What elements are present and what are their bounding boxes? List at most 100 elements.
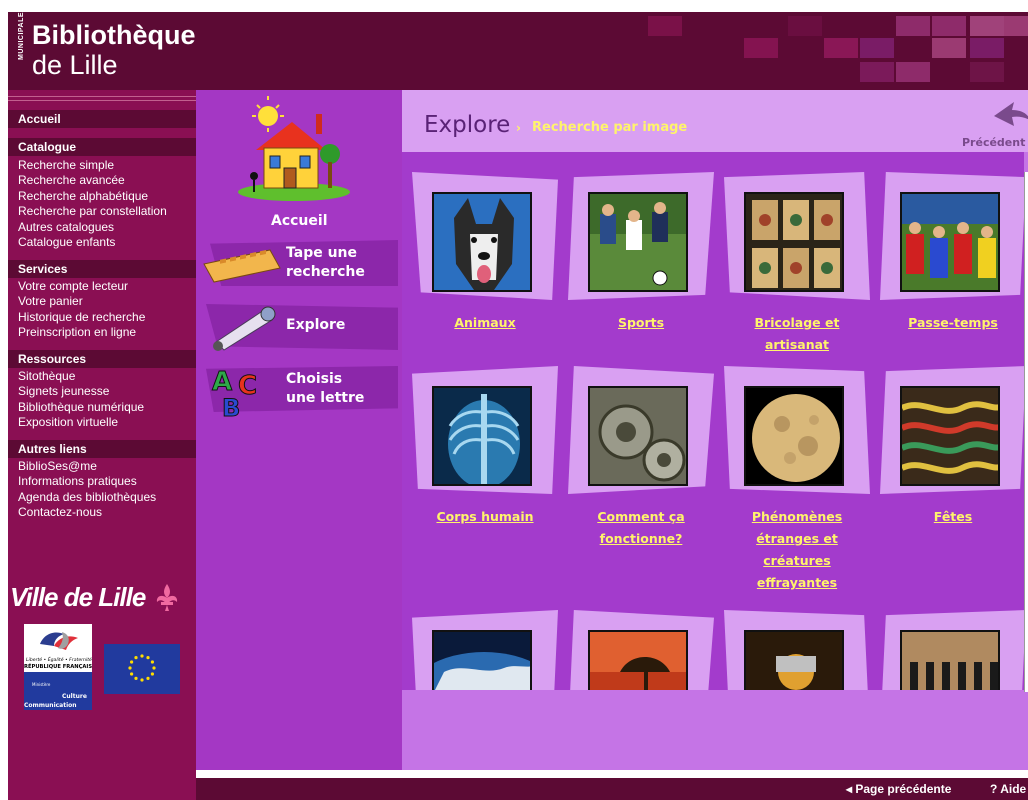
left-sidebar: Accueil Catalogue Recherche simple Reche… [8, 90, 196, 800]
marianne-ministere: Ministère [32, 682, 51, 687]
svg-text:A: A [212, 367, 232, 397]
footer-help-link[interactable]: ? Aide [990, 782, 1026, 796]
category-label-sports[interactable]: Sports [568, 312, 714, 334]
category-label-fetes-line-1: Fêtes [933, 509, 973, 524]
sidebar-item-autres-catalogues[interactable]: Autres catalogues [18, 220, 114, 235]
sidebar-item-biblioses[interactable]: BiblioSes@me [18, 459, 97, 474]
category-label-bricolage-line-1: Bricolage et [754, 315, 840, 330]
category-label-corps-humain-line-1: Corps humain [436, 509, 534, 524]
abc-blocks-icon: A C B [212, 367, 258, 419]
content-bottom-strip [402, 706, 1028, 770]
sidebar-item-historique[interactable]: Historique de recherche [18, 310, 145, 325]
marianne-icon: Liberté • Égalité • Fraternité RÉPUBLIQU… [24, 624, 96, 710]
sidebar-item-infos-pratiques[interactable]: Informations pratiques [18, 474, 137, 489]
marianne-communication: Communication [24, 702, 77, 709]
category-label-animaux[interactable]: Animaux [412, 312, 558, 334]
category-label-sports-line-1: Sports [617, 315, 665, 330]
explore-nav-label: Explore [286, 317, 346, 333]
page-title: Explore [424, 112, 511, 138]
sidebar-section-ressources: Ressources [8, 350, 196, 368]
choose-letter-label-2: une lettre [286, 390, 365, 406]
corps-humain-thumbnail[interactable] [432, 386, 532, 486]
category-label-bricolage-line-2: artisanat [764, 337, 830, 352]
previous-link[interactable]: Précédent [962, 136, 1025, 149]
grid-scrollbar[interactable] [1024, 172, 1028, 692]
category-11-thumbnail[interactable] [744, 630, 844, 690]
sidebar-item-compte-lecteur[interactable]: Votre compte lecteur [18, 279, 128, 294]
category-9-thumbnail[interactable] [432, 630, 532, 690]
sidebar-item-sitotheque[interactable]: Sitothèque [18, 369, 75, 384]
category-label-phenomenes-line-4: effrayantes [756, 575, 838, 590]
category-label-phenomenes-line-1: Phénomènes [751, 509, 843, 524]
ville-de-lille-text: Ville de Lille [10, 582, 146, 612]
svg-text:B: B [222, 394, 240, 418]
comment-ca-fonctionne-thumbnail[interactable] [588, 386, 688, 486]
fleur-de-lis-icon [156, 584, 177, 611]
sidebar-item-recherche-simple[interactable]: Recherche simple [18, 158, 114, 173]
choose-letter-label-1: Choisis [286, 371, 343, 387]
category-label-phenomenes-line-3: créatures [763, 553, 831, 568]
marianne-culture: Culture [62, 693, 87, 700]
eu-stars-icon [128, 654, 156, 682]
breadcrumb-separator: › [516, 121, 521, 135]
logo-subtitle: de Lille [32, 50, 118, 80]
category-label-passe-temps[interactable]: Passe-temps [880, 312, 1024, 334]
phenomenes-thumbnail[interactable] [744, 386, 844, 486]
sidebar-item-preinscription[interactable]: Preinscription en ligne [18, 325, 136, 340]
category-label-comment-ca-fonctionne[interactable]: Comment ça fonctionne? [568, 506, 714, 550]
category-label-bricolage[interactable]: Bricolage et artisanat [724, 312, 870, 356]
category-label-phenomenes[interactable]: Phénomènes étranges et créatures effraya… [724, 506, 870, 594]
marianne-logo[interactable]: Liberté • Égalité • Fraternité RÉPUBLIQU… [24, 624, 96, 710]
bricolage-thumbnail[interactable] [744, 192, 844, 292]
passe-temps-thumbnail[interactable] [900, 192, 1000, 292]
category-label-phenomenes-line-2: étranges et [756, 531, 838, 546]
category-label-comment-line-2: fonctionne? [599, 531, 683, 546]
sidebar-item-contact[interactable]: Contactez-nous [18, 505, 102, 520]
sidebar-item-agenda[interactable]: Agenda des bibliothèques [18, 490, 156, 505]
category-label-fetes[interactable]: Fêtes [880, 506, 1024, 528]
logo-municipale: MUNICIPALE [18, 12, 25, 60]
sports-thumbnail[interactable] [588, 192, 688, 292]
ville-de-lille-logo[interactable]: Ville de Lille [10, 582, 180, 613]
sidebar-item-panier[interactable]: Votre panier [18, 294, 83, 309]
telescope-icon [213, 306, 276, 351]
sidebar-item-signets-jeunesse[interactable]: Signets jeunesse [18, 384, 109, 399]
sidebar-home-link[interactable]: Accueil [8, 110, 196, 128]
page: MUNICIPALE Bibliothèque de Lille Accueil… [0, 0, 1028, 800]
fetes-thumbnail[interactable] [900, 386, 1000, 486]
category-label-animaux-line-1: Animaux [454, 315, 516, 330]
sidebar-item-exposition-virtuelle[interactable]: Exposition virtuelle [18, 415, 118, 430]
house-icon [238, 96, 350, 201]
home-nav-label: Accueil [271, 213, 328, 229]
type-search-label-2: recherche [286, 264, 365, 280]
sidebar-item-recherche-alphabetique[interactable]: Recherche alphabétique [18, 189, 148, 204]
keyboard-icon [203, 249, 281, 283]
category-label-passe-temps-line-1: Passe-temps [908, 315, 998, 330]
svg-text:C: C [238, 371, 257, 401]
category-label-comment-line-1: Comment ça [597, 509, 685, 524]
type-search-label-1: Tape une [286, 245, 358, 261]
kids-nav-column: Accueil Tape une recherche Explore A C B… [196, 90, 402, 770]
content-title-bar: Explore › Recherche par image Précédent [402, 90, 1028, 152]
site-header: MUNICIPALE Bibliothèque de Lille [8, 12, 1028, 90]
category-label-corps-humain[interactable]: Corps humain [412, 506, 558, 528]
sidebar-item-recherche-constellation[interactable]: Recherche par constellation [18, 204, 167, 219]
sidebar-section-autres-liens: Autres liens [8, 440, 196, 458]
logo-title: Bibliothèque [32, 20, 196, 50]
explore-content: Explore › Recherche par image Précédent [402, 90, 1028, 770]
sidebar-section-services: Services [8, 260, 196, 278]
footer-previous-page-link[interactable]: ◂ Page précédente [846, 782, 951, 796]
marianne-republique: RÉPUBLIQUE FRANÇAISE [24, 662, 92, 670]
category-10-thumbnail[interactable] [588, 630, 688, 690]
category-12-thumbnail[interactable] [900, 630, 1000, 690]
sidebar-item-recherche-avancee[interactable]: Recherche avancée [18, 173, 125, 188]
animaux-thumbnail[interactable] [432, 192, 532, 292]
back-arrow-icon[interactable] [990, 98, 1028, 132]
sidebar-item-bibliotheque-numerique[interactable]: Bibliothèque numérique [18, 400, 144, 415]
eu-flag-logo[interactable] [104, 644, 180, 694]
sidebar-section-catalogue: Catalogue [8, 138, 196, 156]
sidebar-item-catalogue-enfants[interactable]: Catalogue enfants [18, 235, 115, 250]
image-category-grid: Animaux Sports Bricolage et artisanat Pa… [402, 152, 1024, 690]
footer-bar: ◂ Page précédente ? Aide [196, 778, 1028, 800]
marianne-motto: Liberté • Égalité • Fraternité [26, 655, 92, 663]
